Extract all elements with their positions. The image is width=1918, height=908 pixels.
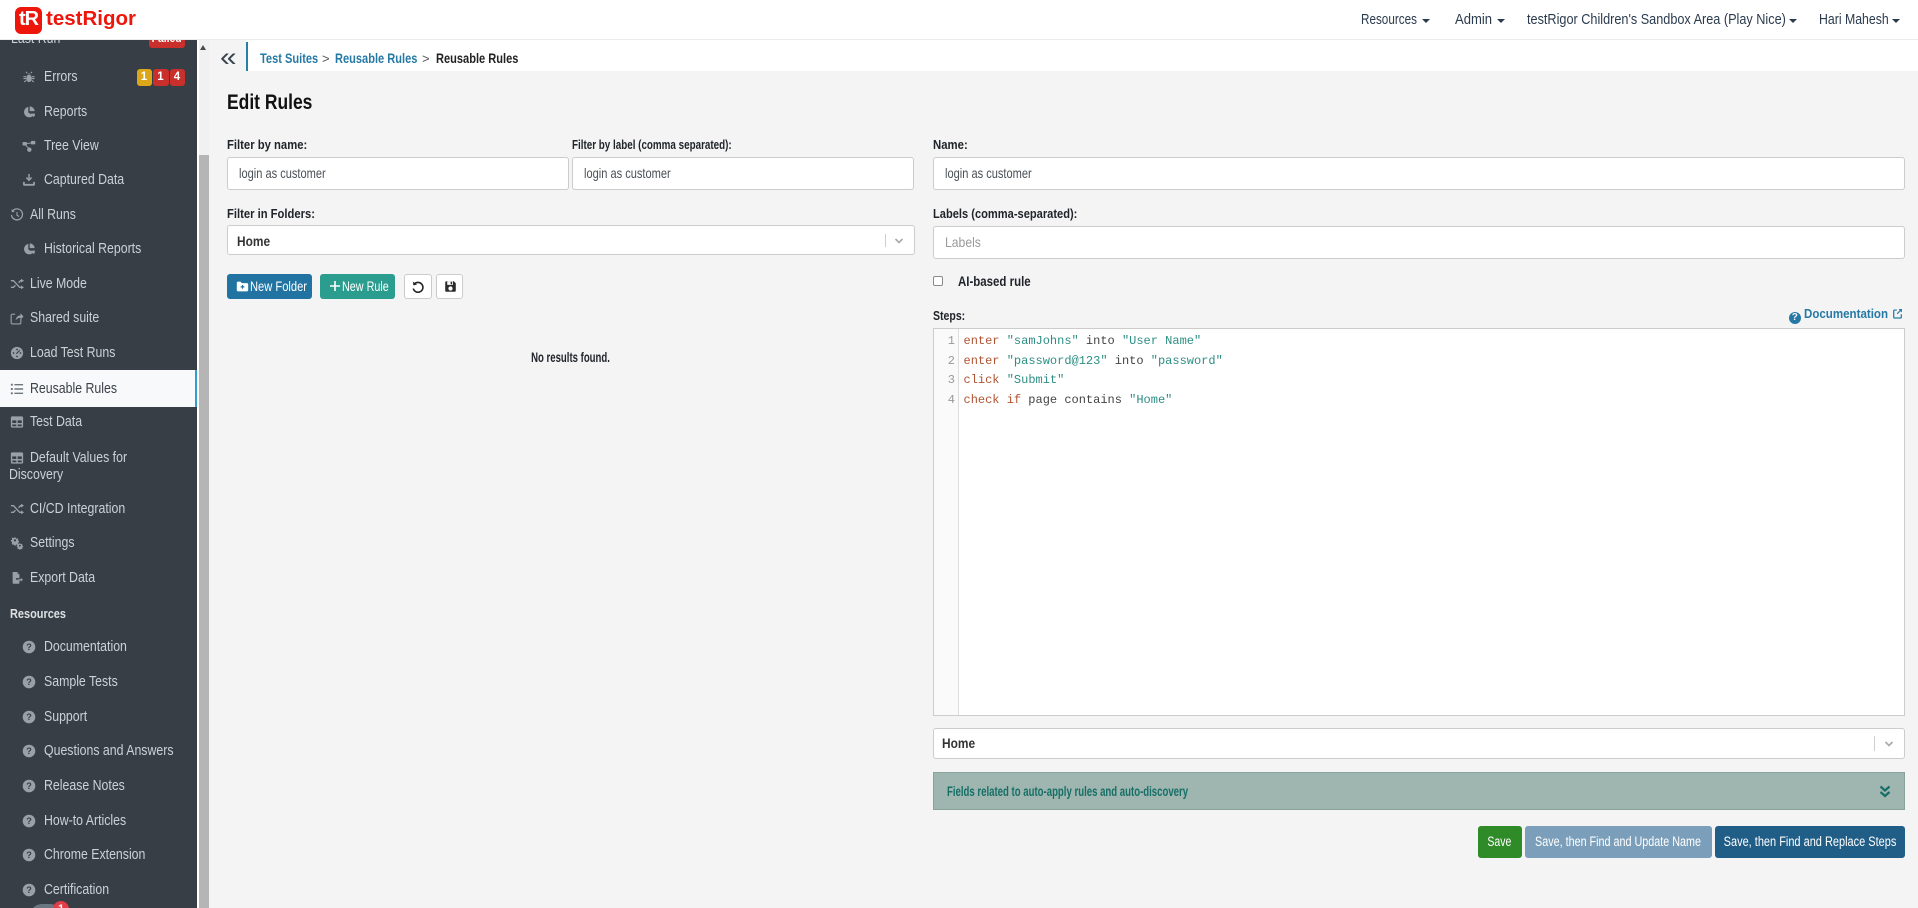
svg-text:?: ? [26, 642, 32, 652]
svg-text:?: ? [26, 885, 32, 895]
svg-text:?: ? [26, 747, 32, 757]
svg-text:?: ? [26, 712, 32, 722]
svg-text:?: ? [26, 850, 32, 860]
svg-text:?: ? [26, 781, 32, 791]
svg-text:?: ? [26, 677, 32, 687]
svg-text:?: ? [26, 816, 32, 826]
